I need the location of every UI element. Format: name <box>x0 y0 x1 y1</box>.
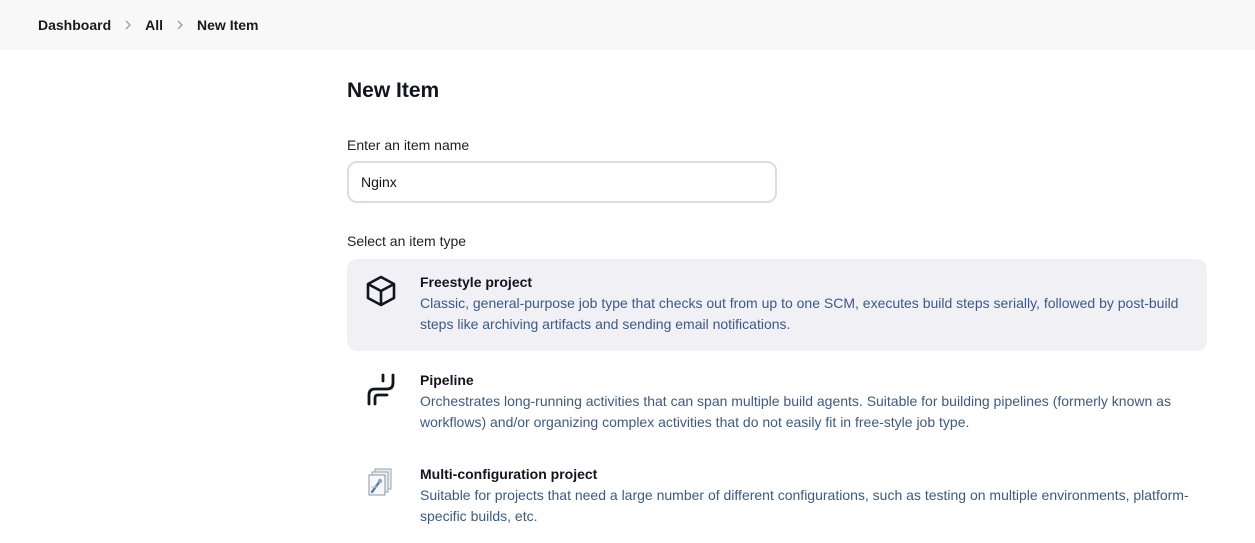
chevron-right-icon <box>122 19 134 31</box>
page-title: New Item <box>347 79 440 102</box>
multi-config-icon <box>363 465 399 501</box>
item-type-label: Select an item type <box>347 233 467 249</box>
item-type-title: Multi-configuration project <box>420 466 598 482</box>
item-type-pipeline[interactable]: Pipeline Orchestrates long-running activ… <box>347 357 1207 449</box>
chevron-right-icon <box>174 19 186 31</box>
item-type-multi-configuration[interactable]: Multi-configuration project Suitable for… <box>347 451 1207 543</box>
item-type-description: Classic, general-purpose job type that c… <box>420 295 1179 332</box>
item-type-description: Orchestrates long-running activities tha… <box>420 393 1171 430</box>
item-type-title: Pipeline <box>420 372 474 388</box>
item-type-description: Suitable for projects that need a large … <box>420 487 1189 524</box>
breadcrumb-all[interactable]: All <box>145 17 163 33</box>
item-type-freestyle[interactable]: Freestyle project Classic, general-purpo… <box>347 259 1207 351</box>
item-name-input[interactable] <box>347 161 777 203</box>
breadcrumb: Dashboard All New Item <box>0 0 1255 50</box>
item-name-label: Enter an item name <box>347 137 470 153</box>
pipeline-icon <box>363 371 399 407</box>
package-cube-icon <box>363 273 399 309</box>
breadcrumb-dashboard[interactable]: Dashboard <box>38 17 111 33</box>
item-type-title: Freestyle project <box>420 274 533 290</box>
breadcrumb-new-item[interactable]: New Item <box>197 17 258 33</box>
